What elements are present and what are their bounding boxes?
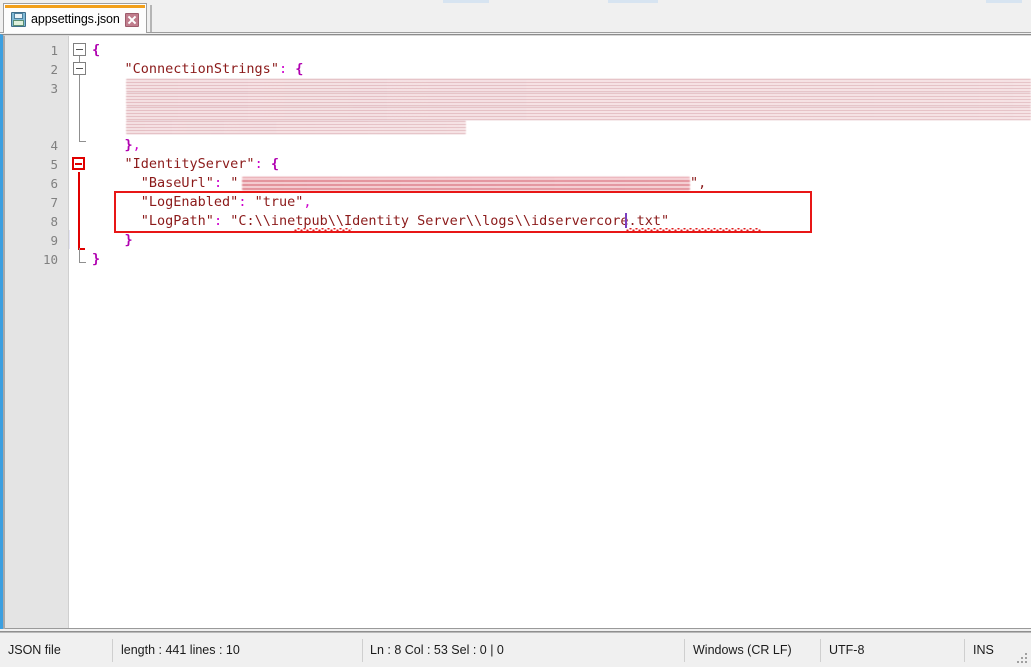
editor-frame: 1 2 3 4 5 6 7 8 9 10 {"ConnectionString…: [0, 34, 1031, 629]
fold-end-tick: [79, 141, 86, 142]
fold-end-tick-outer: [79, 262, 86, 263]
floppy-disk-save-icon: [11, 12, 26, 27]
tab-label: appsettings.json: [31, 12, 120, 26]
code-line-4: },: [124, 137, 141, 153]
resize-grip-icon[interactable]: [1016, 652, 1028, 664]
spellcheck-squiggle-inetpub: [294, 228, 352, 231]
tab-active-indicator: [5, 5, 145, 8]
fold-connector-outer: [79, 248, 80, 262]
fold-toggle-line-5-active[interactable]: [72, 157, 85, 170]
status-file-type: JSON file: [8, 643, 61, 657]
editor-inner[interactable]: 1 2 3 4 5 6 7 8 9 10 {"ConnectionString…: [3, 35, 1031, 629]
line-number-margin: 1 2 3 4 5 6 7 8 9 10: [5, 36, 69, 629]
line-number: 7: [50, 195, 58, 210]
fold-connector-active: [78, 172, 80, 248]
status-encoding: UTF-8: [829, 643, 865, 657]
code-line-1: {: [92, 42, 101, 58]
code-line-6-suffix: ",: [690, 175, 707, 191]
fold-toggle-line-2[interactable]: [73, 62, 86, 75]
code-line-6-prefix: "BaseUrl": ": [140, 175, 239, 191]
line-number: 10: [42, 252, 58, 267]
line-number: 4: [50, 138, 58, 153]
editor-bottom-border: [5, 628, 1031, 629]
tab-bar: appsettings.json: [0, 3, 1031, 33]
line-number: 1: [50, 43, 58, 58]
line-number: 3: [50, 81, 58, 96]
line-number: 6: [50, 176, 58, 191]
tab-seam-divider: [150, 5, 152, 32]
notepadpp-window: appsettings.json 1 2 3 4 5 6 7 8 9 10 {…: [0, 0, 1031, 667]
line-number: 9: [50, 233, 58, 248]
status-length-lines: length : 441 lines : 10: [121, 643, 240, 657]
fold-connector: [79, 75, 80, 141]
tab-appsettings-json[interactable]: appsettings.json: [3, 3, 147, 33]
code-text-area[interactable]: { "ConnectionStrings": { }, "IdentitySer…: [92, 36, 1031, 629]
code-line-9: }: [124, 232, 133, 248]
status-bar: JSON file length : 441 lines : 10 Ln : 8…: [0, 631, 1031, 667]
close-x-icon[interactable]: [124, 12, 139, 27]
code-line-10: }: [92, 251, 101, 267]
status-eol-format: Windows (CR LF): [693, 643, 792, 657]
line-number: 2: [50, 62, 58, 77]
code-line-2: "ConnectionStrings": {: [124, 61, 304, 77]
code-line-7: "LogEnabled": "true",: [140, 194, 312, 210]
status-cursor-position: Ln : 8 Col : 53 Sel : 0 | 0: [370, 643, 504, 657]
spellcheck-squiggle-idservercore: [626, 228, 761, 231]
code-line-5: "IdentityServer": {: [124, 156, 279, 172]
line-number: 5: [50, 157, 58, 172]
fold-connector: [79, 56, 80, 62]
code-folding-margin[interactable]: [70, 36, 92, 629]
fold-toggle-line-1[interactable]: [73, 43, 86, 56]
text-caret: [625, 213, 627, 228]
line-number: 8: [50, 214, 58, 229]
code-line-8: "LogPath": "C:\\inetpub\\Identity Server…: [140, 213, 670, 229]
base-url-redaction: [242, 177, 690, 190]
